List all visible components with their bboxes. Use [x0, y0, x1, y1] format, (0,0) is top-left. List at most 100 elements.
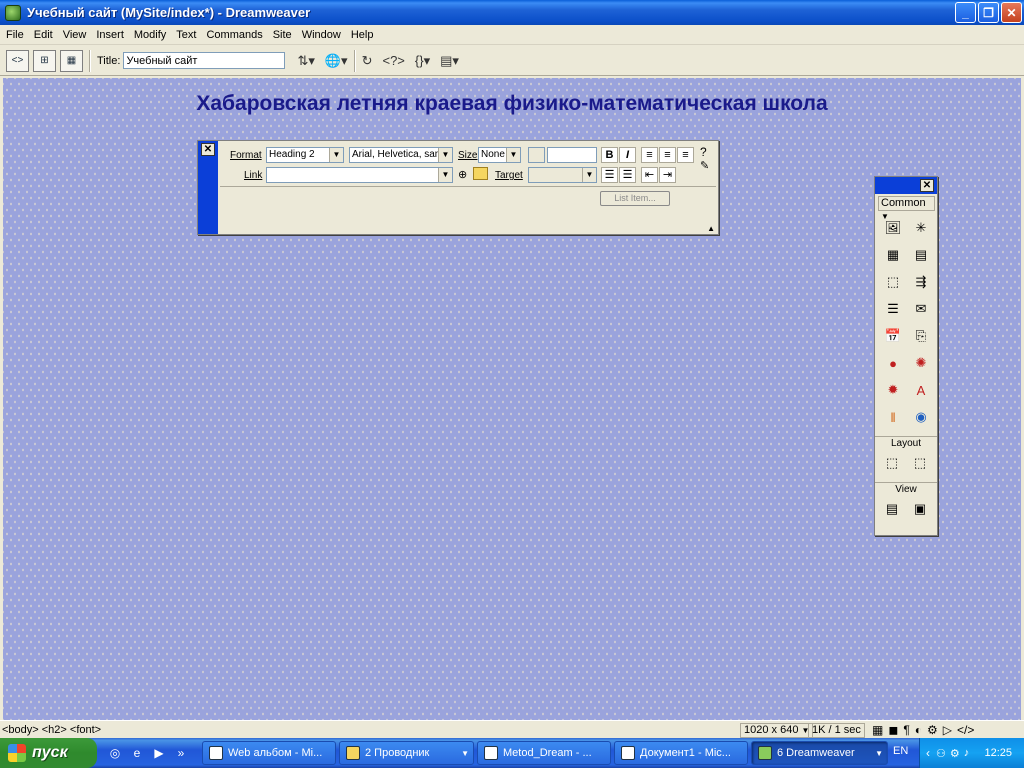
bold-button[interactable]: B — [601, 147, 618, 163]
task-web-album[interactable]: Web альбом - Mi... — [202, 741, 336, 765]
navigation-bar-icon[interactable]: ⇶ — [910, 271, 932, 293]
menu-site[interactable]: Site — [268, 29, 297, 41]
file-management-icon[interactable]: ⇅▾ — [297, 53, 314, 69]
font-select[interactable]: Arial, Helvetica, san ▼ — [349, 147, 453, 163]
objects-close-icon[interactable]: ✕ — [920, 179, 934, 192]
menu-modify[interactable]: Modify — [129, 29, 171, 41]
link-input[interactable]: ▼ — [266, 167, 453, 183]
menu-insert[interactable]: Insert — [91, 29, 129, 41]
preview-browser-icon[interactable]: 🌐▾ — [325, 53, 348, 69]
objects-category-select[interactable]: Common ▼ — [878, 196, 935, 221]
date-icon[interactable]: 📅 — [882, 325, 904, 347]
draw-layer-icon[interactable]: ⬚ — [882, 271, 904, 293]
close-button[interactable]: ✕ — [1001, 2, 1022, 23]
objects-panel: ✕ Common ▼ 🖼 ✳ ▦ ▤ ⬚ ⇶ ☰ ✉ 📅 ⎘ ● ✺ ✹ A ‖… — [874, 176, 938, 536]
text-outdent-icon[interactable]: ⇤ — [641, 167, 658, 183]
browse-folder-icon[interactable] — [473, 167, 488, 180]
server-side-include-icon[interactable]: ⎘ — [910, 325, 932, 347]
outlook-icon[interactable]: ◎ — [107, 745, 123, 761]
language-indicator[interactable]: EN — [893, 745, 908, 757]
layout-view-icon[interactable]: ▣ — [909, 498, 931, 520]
point-to-file-icon[interactable]: ⊕ — [458, 168, 467, 181]
window-size-field[interactable]: 1020 x 640 ▼ — [740, 723, 814, 738]
unordered-list-icon[interactable]: ☰ — [601, 167, 618, 183]
menu-help[interactable]: Help — [346, 29, 379, 41]
align-left-icon[interactable]: ≡ — [641, 147, 658, 163]
internet-explorer-icon[interactable]: e — [129, 745, 145, 761]
task-explorer[interactable]: 2 Проводник ▼ — [339, 741, 474, 765]
generator-icon[interactable]: ‖ — [882, 406, 904, 428]
code-inspector-icon[interactable]: </> — [957, 723, 974, 737]
download-time-field: 1K / 1 sec — [808, 723, 865, 738]
task-metod-dream[interactable]: Metod_Dream - ... — [477, 741, 611, 765]
align-right-icon[interactable]: ≡ — [677, 147, 694, 163]
help-icon[interactable]: ? — [700, 145, 707, 159]
media-player-icon[interactable]: ▶ — [151, 745, 167, 761]
status-bar: <body> <h2> <font> 1020 x 640 ▼ 1K / 1 s… — [0, 720, 1024, 738]
align-center-icon[interactable]: ≡ — [659, 147, 676, 163]
flash-button-icon[interactable]: ✺ — [910, 352, 932, 374]
document-toolbar: <> ⊞ ▦ Title: ⇅▾ 🌐▾ ↻ <?> {}▾ ▤▾ — [0, 46, 1024, 76]
menu-view[interactable]: View — [58, 29, 92, 41]
menu-commands[interactable]: Commands — [201, 29, 267, 41]
site-icon[interactable]: ▦ — [872, 723, 883, 737]
dreamweaver-icon — [5, 4, 21, 21]
reference-icon[interactable]: <?> — [382, 53, 404, 68]
insert-rollover-image-icon[interactable]: ✳ — [910, 217, 932, 239]
fireworks-html-icon[interactable]: ◉ — [910, 406, 932, 428]
shockwave-icon[interactable]: ✹ — [882, 379, 904, 401]
menu-window[interactable]: Window — [297, 29, 346, 41]
target-select[interactable]: ▼ — [528, 167, 597, 183]
tray-expand-icon[interactable]: ‹ — [926, 746, 930, 760]
flash-icon[interactable]: ● — [882, 352, 904, 374]
maximize-button[interactable]: ❐ — [978, 2, 999, 23]
italic-button[interactable]: I — [619, 147, 636, 163]
view-options-icon[interactable]: ▤▾ — [440, 53, 459, 69]
title-input[interactable] — [123, 52, 286, 69]
insert-image-icon[interactable]: 🖼 — [882, 217, 904, 239]
draw-layout-cell-icon[interactable]: ⬚ — [881, 452, 903, 474]
quick-tag-editor-icon[interactable]: ✎ — [700, 159, 709, 172]
start-button[interactable]: пуск — [0, 738, 97, 768]
toolbar-separator — [353, 49, 356, 72]
behaviors-icon[interactable]: ⚙ — [927, 723, 938, 737]
standard-view-icon[interactable]: ▤ — [881, 498, 903, 520]
split-view-button[interactable]: ⊞ — [33, 49, 56, 72]
css-styles-icon[interactable]: ◐ — [915, 723, 922, 737]
minimize-button[interactable]: _ — [955, 2, 976, 23]
design-view-button[interactable]: ▦ — [60, 49, 83, 72]
more-chevron-icon[interactable]: » — [173, 745, 189, 761]
network-icon[interactable]: ⚇ — [936, 747, 946, 760]
timelines-icon[interactable]: ▷ — [943, 723, 952, 737]
refresh-icon[interactable]: ↻ — [362, 53, 373, 69]
word-icon — [484, 746, 498, 760]
page-heading[interactable]: Хабаровская летняя краевая физико-матема… — [3, 92, 1021, 116]
list-item-button[interactable]: List Item... — [600, 191, 670, 206]
code-view-button[interactable]: <> — [6, 49, 29, 72]
insert-tabular-data-icon[interactable]: ▤ — [910, 244, 932, 266]
menu-file[interactable]: File — [0, 29, 29, 41]
insert-table-icon[interactable]: ▦ — [882, 244, 904, 266]
flash-text-icon[interactable]: A — [910, 379, 932, 401]
menu-text[interactable]: Text — [171, 29, 201, 41]
format-select[interactable]: Heading 2 ▼ — [266, 147, 344, 163]
text-color-input[interactable] — [547, 147, 597, 163]
collapse-icon[interactable]: ▲ — [707, 224, 715, 233]
task-dreamweaver[interactable]: 6 Dreamweaver ▼ — [751, 741, 888, 765]
code-navigation-icon[interactable]: {}▾ — [415, 53, 430, 69]
text-indent-icon[interactable]: ⇥ — [659, 167, 676, 183]
html-styles-icon[interactable]: ¶ — [903, 723, 909, 737]
size-select[interactable]: None ▼ — [478, 147, 521, 163]
ordered-list-icon[interactable]: ☰ — [619, 167, 636, 183]
email-link-icon[interactable]: ✉ — [910, 298, 932, 320]
horizontal-rule-icon[interactable]: ☰ — [882, 298, 904, 320]
text-color-swatch[interactable] — [528, 147, 545, 163]
task-document1[interactable]: Документ1 - Mic... — [614, 741, 748, 765]
assets-icon[interactable]: ◼ — [888, 723, 898, 737]
volume-icon[interactable]: ♪ — [964, 747, 970, 759]
properties-close-icon[interactable]: ✕ — [201, 143, 215, 156]
menu-edit[interactable]: Edit — [29, 29, 58, 41]
draw-layout-table-icon[interactable]: ⬚ — [909, 452, 931, 474]
tag-selector[interactable]: <body> <h2> <font> — [2, 724, 101, 736]
settings-icon[interactable]: ⚙ — [950, 747, 960, 760]
